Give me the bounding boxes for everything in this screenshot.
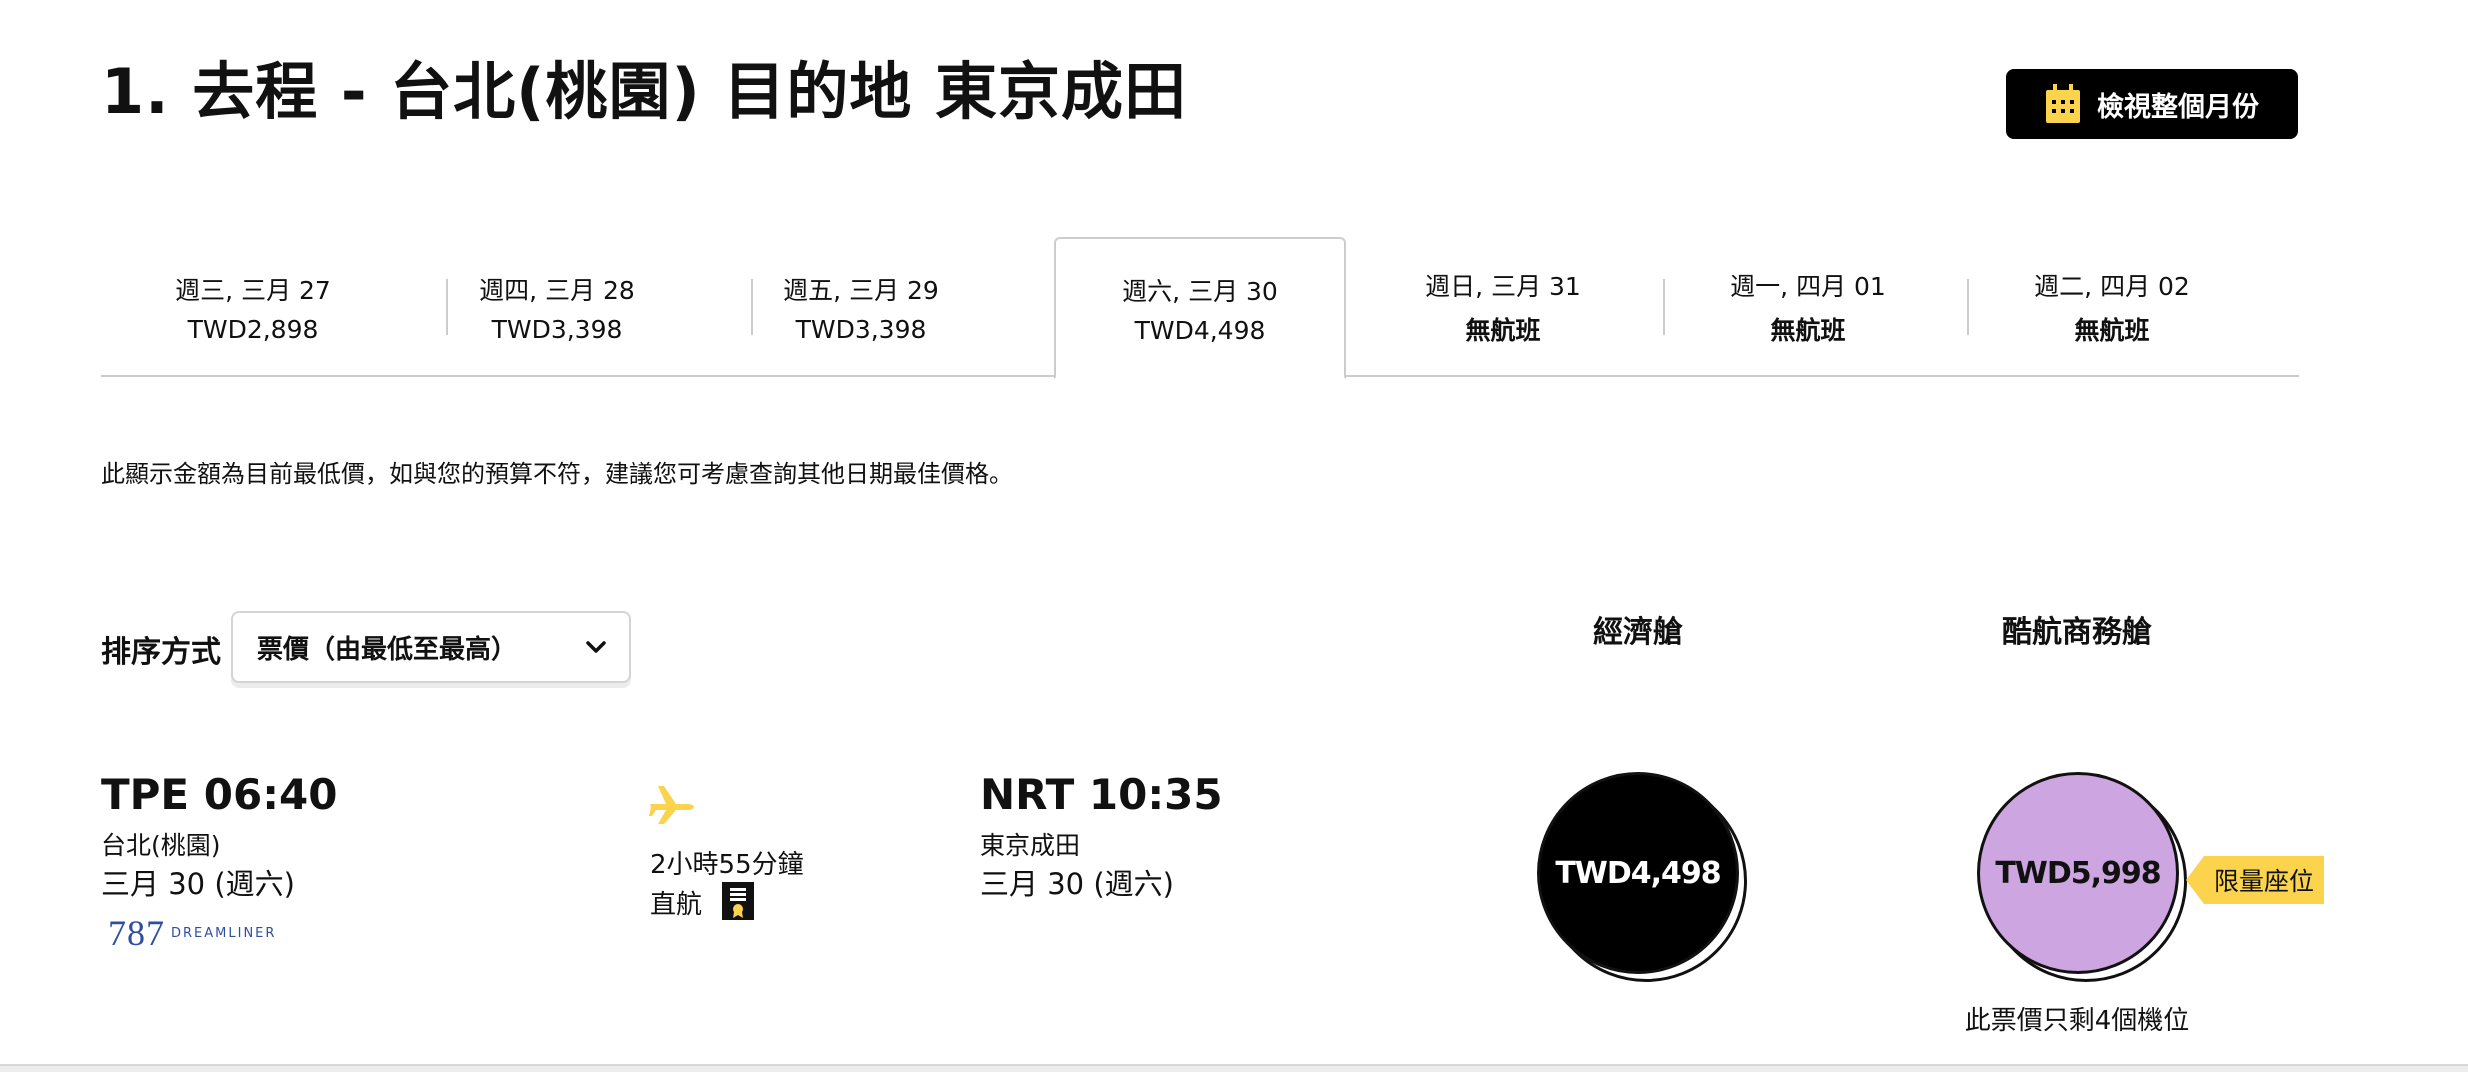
economy-fare-circle: TWD4,498 — [1537, 772, 1739, 974]
economy-fare-option[interactable]: TWD4,498 — [1537, 772, 1747, 982]
calendar-icon — [2046, 84, 2080, 123]
airplane-icon — [649, 786, 694, 824]
tab-date: 週一, 四月 01 — [1730, 272, 1886, 301]
flight-stops: 直航 — [650, 890, 703, 920]
tab-price: TWD4,498 — [1134, 315, 1266, 345]
aircraft-logo: 787 DREAMLINER — [108, 912, 276, 954]
tab-date: 週六, 三月 30 — [1122, 276, 1278, 306]
arrival-city: 東京成田 — [980, 831, 1081, 860]
business-fare-price: TWD5,998 — [1995, 855, 2161, 891]
sort-selected-value: 票價（由最低至最高） — [257, 634, 518, 665]
fare-info-badge-icon[interactable] — [722, 882, 754, 920]
tab-date: 週日, 三月 31 — [1425, 272, 1581, 301]
sort-label: 排序方式 — [101, 635, 221, 670]
aircraft-number: 787 — [108, 913, 165, 953]
bottom-divider — [0, 1064, 2468, 1072]
sort-select[interactable]: 票價（由最低至最高） — [231, 611, 631, 683]
tab-no-flight: 無航班 — [1770, 316, 1846, 345]
seats-left-note: 此票價只剩4個機位 — [1964, 1006, 2190, 1036]
chevron-down-icon — [586, 641, 606, 653]
business-fare-circle: TWD5,998 — [1977, 772, 2179, 974]
date-tab-0328[interactable]: 週四, 三月 28 TWD3,398 — [405, 237, 709, 377]
page-title: 1. 去程 - 台北(桃園) 目的地 東京成田 — [101, 55, 1188, 128]
economy-fare-price: TWD4,498 — [1555, 855, 1721, 891]
tab-date: 週二, 四月 02 — [2034, 272, 2190, 301]
tab-no-flight: 無航班 — [2074, 316, 2150, 345]
departure-time: TPE 06:40 — [101, 770, 338, 819]
price-notice: 此顯示金額為目前最低價，如與您的預算不符，建議您可考慮查詢其他日期最佳價格。 — [101, 460, 1013, 488]
date-tab-0327[interactable]: 週三, 三月 27 TWD2,898 — [101, 237, 405, 377]
tab-price: TWD2,898 — [187, 314, 319, 344]
date-tab-0401[interactable]: 週一, 四月 01 無航班 — [1656, 237, 1960, 377]
tab-date: 週四, 三月 28 — [479, 275, 635, 305]
arrival-date: 三月 30 (週六) — [980, 867, 1174, 901]
date-tab-0329[interactable]: 週五, 三月 29 TWD3,398 — [709, 237, 1013, 377]
business-fare-option[interactable]: TWD5,998 — [1977, 772, 2187, 982]
economy-cabin-header: 經濟艙 — [1593, 615, 1683, 650]
tab-date: 週五, 三月 29 — [783, 275, 939, 305]
flight-duration: 2小時55分鐘 — [650, 850, 804, 880]
tab-price: TWD3,398 — [795, 314, 927, 344]
tab-price: TWD3,398 — [491, 314, 623, 344]
departure-date: 三月 30 (週六) — [101, 867, 295, 901]
date-tab-0330-selected[interactable]: 週六, 三月 30 TWD4,498 — [1054, 237, 1346, 379]
tab-date: 週三, 三月 27 — [175, 275, 331, 305]
limited-seats-tag: 限量座位 — [2186, 856, 2324, 904]
date-tabs: 週三, 三月 27 TWD2,898 週四, 三月 28 TWD3,398 週五… — [101, 237, 2299, 379]
view-month-button[interactable]: 檢視整個月份 — [2006, 69, 2298, 139]
departure-city: 台北(桃園) — [101, 831, 221, 860]
tab-no-flight: 無航班 — [1465, 316, 1541, 345]
date-tab-0331[interactable]: 週日, 三月 31 無航班 — [1351, 237, 1655, 377]
aircraft-name: DREAMLINER — [171, 925, 277, 941]
date-tab-0402[interactable]: 週二, 四月 02 無航班 — [1960, 237, 2264, 377]
view-month-label: 檢視整個月份 — [2097, 91, 2259, 123]
arrival-time: NRT 10:35 — [980, 770, 1223, 819]
business-cabin-header: 酷航商務艙 — [2002, 615, 2152, 650]
